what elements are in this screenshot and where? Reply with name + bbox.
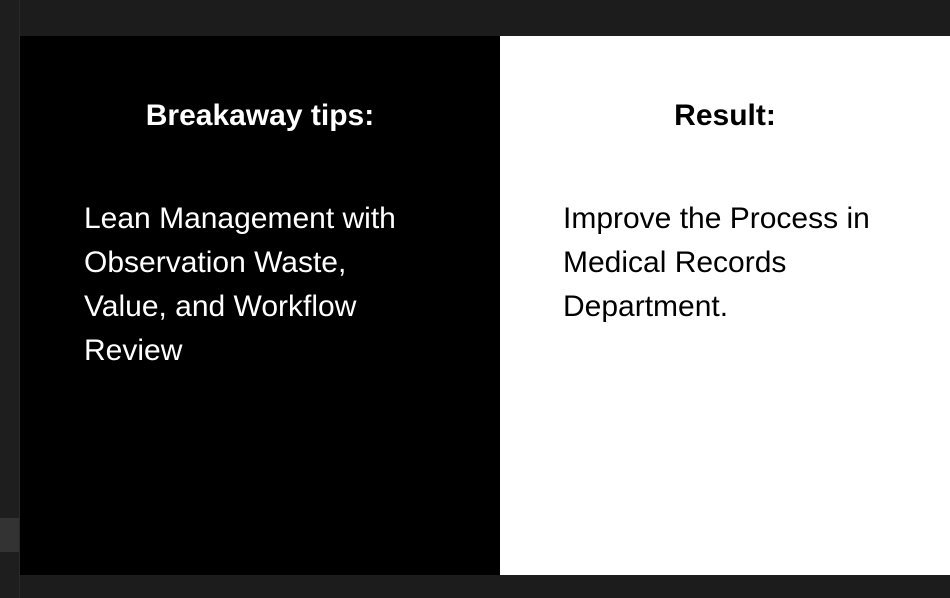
text-line: Lean Management with (84, 202, 396, 235)
top-toolbar (20, 0, 950, 36)
text-line: Observation Waste, (84, 246, 347, 279)
breakaway-tips-text: Lean Management with Observation Waste, … (84, 197, 464, 373)
breakaway-tips-panel: Breakaway tips: Lean Management with Obs… (20, 36, 500, 575)
side-gutter (0, 0, 20, 598)
text-line: Department. (563, 290, 729, 323)
text-line: Medical Records (563, 246, 787, 279)
result-panel: Result: Improve the Process in Medical R… (500, 36, 950, 575)
bottom-toolbar (20, 575, 950, 598)
text-line: Review (84, 334, 183, 367)
side-panel-tab[interactable] (0, 518, 19, 552)
presentation-viewer: Breakaway tips: Lean Management with Obs… (0, 0, 950, 598)
result-text: Improve the Process in Medical Records D… (563, 197, 943, 329)
result-heading: Result: (674, 99, 776, 132)
text-line: Improve the Process in (563, 202, 870, 235)
text-line: Value, and Workflow (84, 290, 357, 323)
breakaway-tips-heading: Breakaway tips: (145, 99, 375, 132)
slide: Breakaway tips: Lean Management with Obs… (20, 36, 950, 575)
